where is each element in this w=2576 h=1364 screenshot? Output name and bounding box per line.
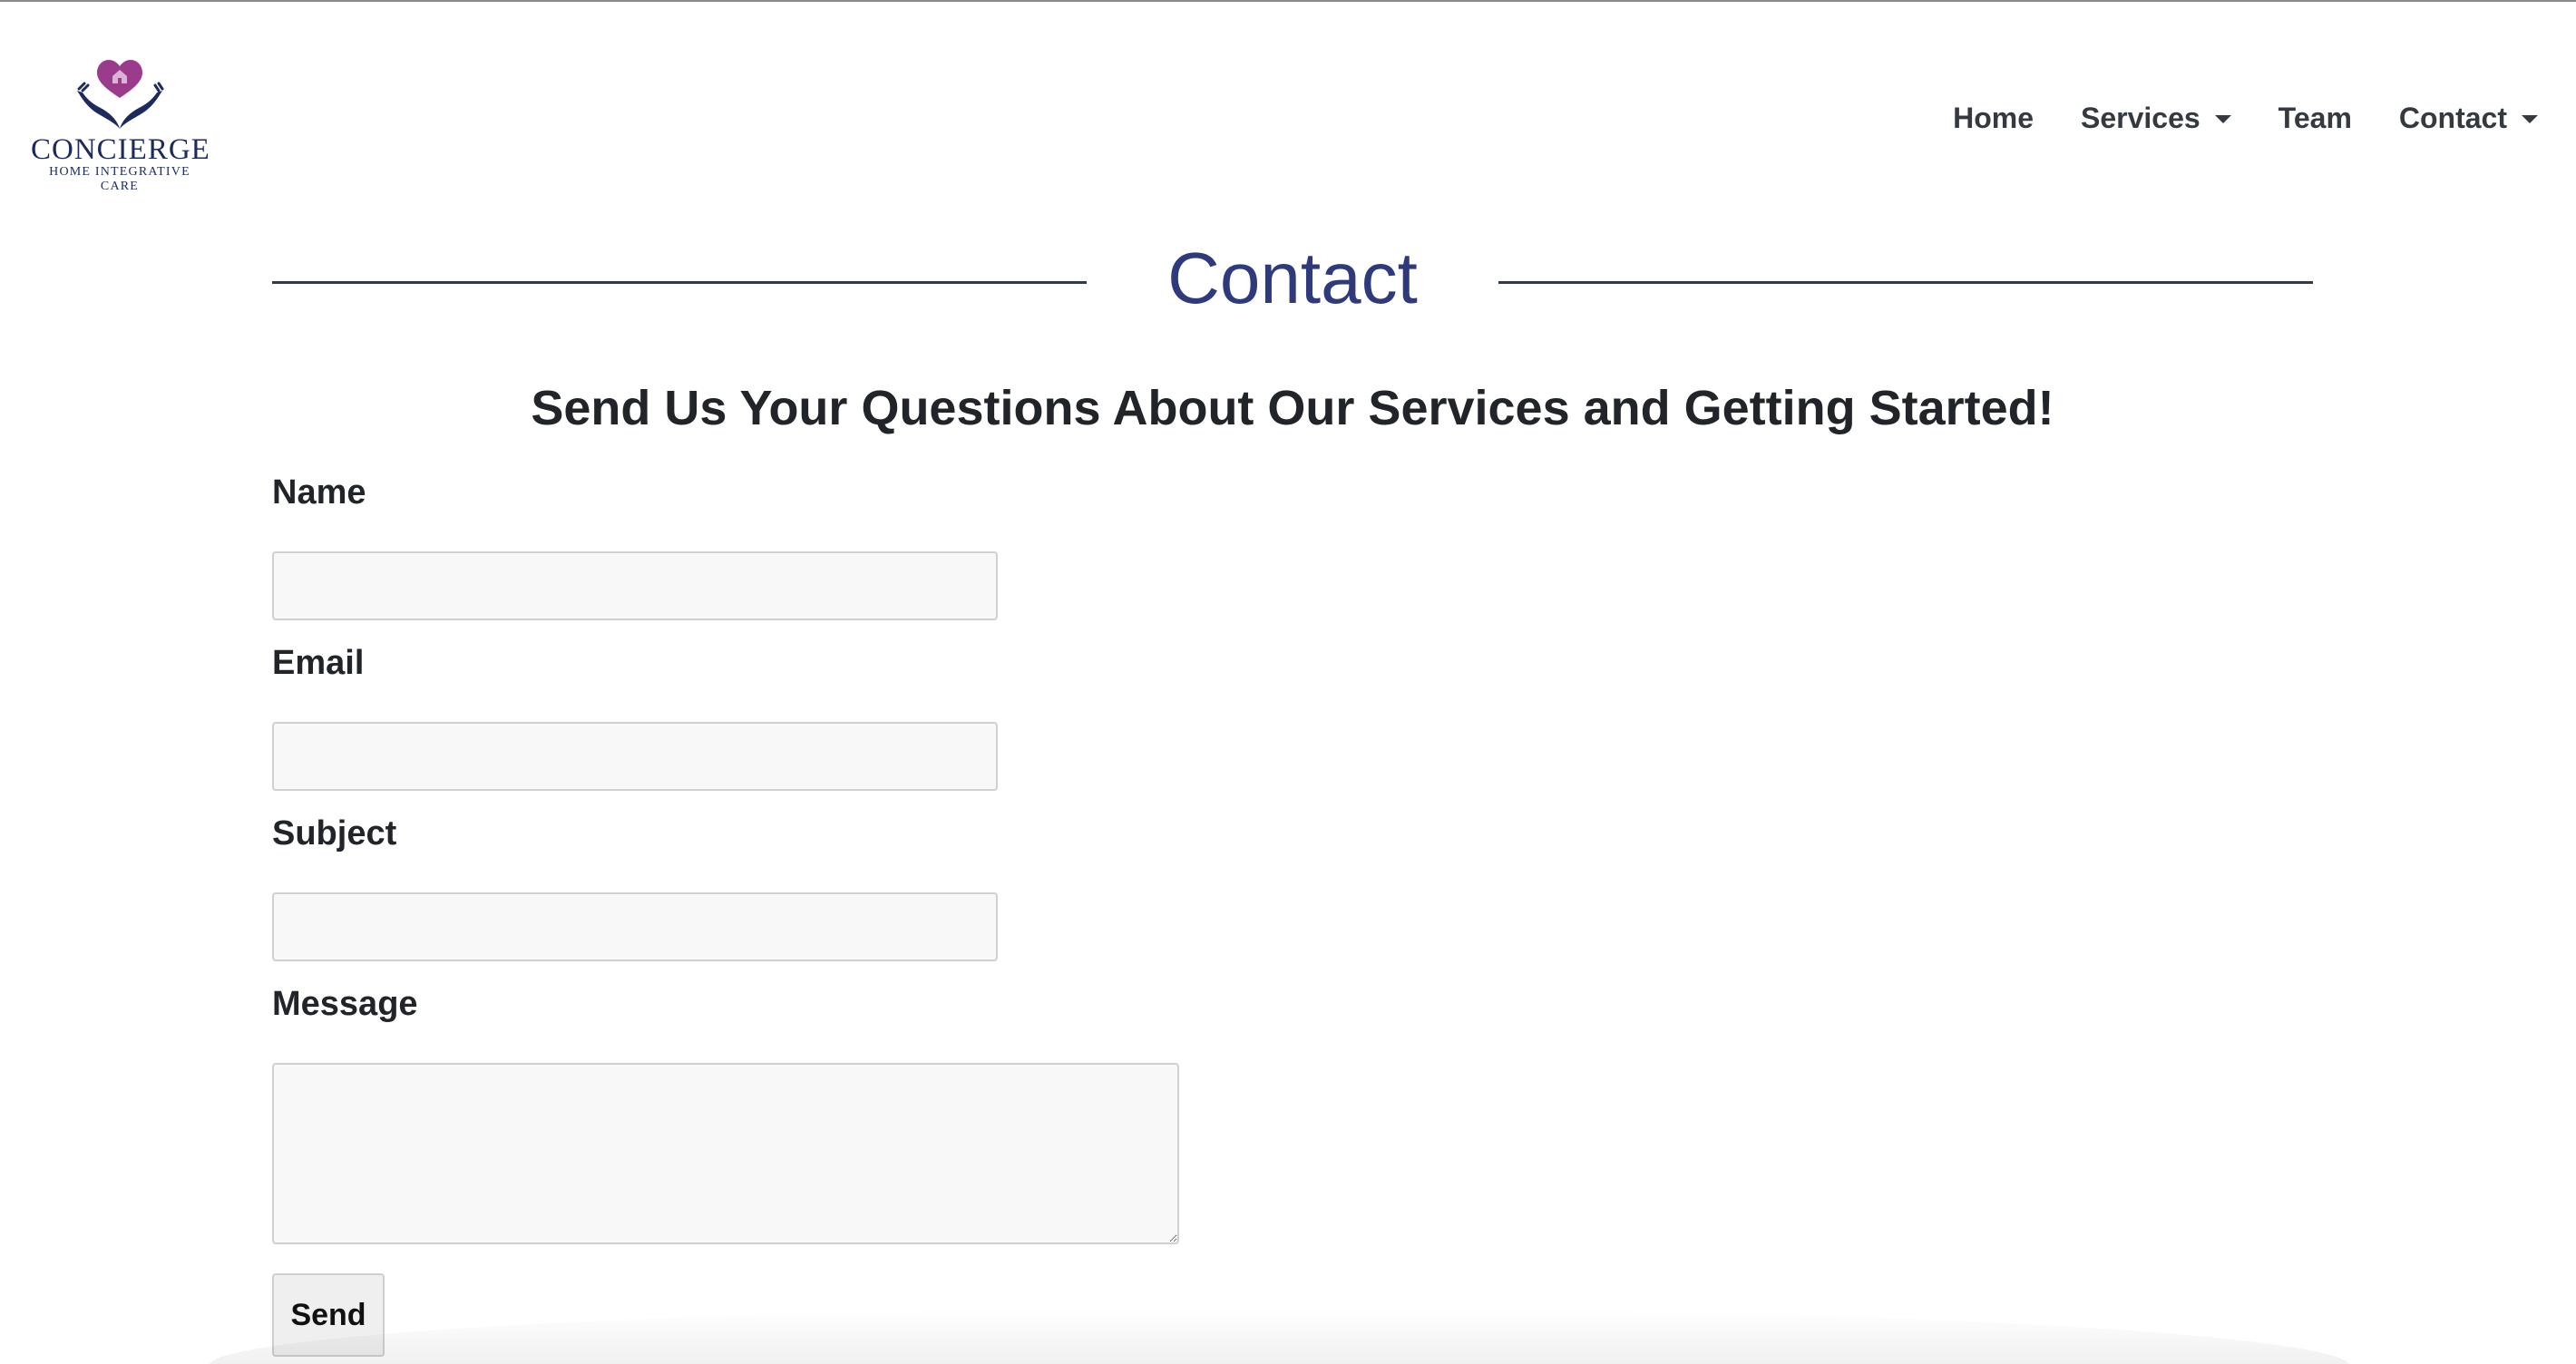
title-divider-right xyxy=(1498,281,2313,284)
page-title-row: Contact xyxy=(272,229,2313,328)
nav-item-team[interactable]: Team xyxy=(2278,96,2352,140)
chevron-down-icon xyxy=(2214,114,2231,123)
heart-hands-logo-icon xyxy=(77,60,164,129)
nav-item-label: Services xyxy=(2081,102,2200,134)
name-label: Name xyxy=(272,473,366,512)
nav-item-label: Team xyxy=(2278,102,2352,134)
nav-item-services[interactable]: Services xyxy=(2081,96,2231,140)
brand-tagline: HOME INTEGRATIVE CARE xyxy=(49,165,190,193)
subject-label: Subject xyxy=(272,814,397,852)
brand-name: CONCIERGE xyxy=(31,133,210,166)
nav-item-contact[interactable]: Contact xyxy=(2399,96,2538,140)
contact-page: CONCIERGE HOME INTEGRATIVE CARE Home Ser… xyxy=(0,0,2576,1364)
page-title: Contact xyxy=(1167,238,1418,318)
chevron-down-icon xyxy=(2522,114,2538,123)
page-subtitle: Send Us Your Questions About Our Service… xyxy=(531,381,2054,435)
subject-field[interactable] xyxy=(272,892,998,961)
brand-logo[interactable]: CONCIERGE HOME INTEGRATIVE CARE xyxy=(31,56,210,193)
email-label: Email xyxy=(272,644,365,682)
nav-item-label: Contact xyxy=(2398,102,2507,134)
nav-item-home[interactable]: Home xyxy=(1953,96,2034,140)
footer-shadow xyxy=(209,1308,2349,1364)
main-nav: Home Services Team Contact xyxy=(1906,96,2538,140)
message-field[interactable] xyxy=(272,1063,1179,1244)
nav-item-label: Home xyxy=(1953,102,2034,134)
name-field[interactable] xyxy=(272,551,998,620)
message-label: Message xyxy=(272,985,418,1023)
email-field[interactable] xyxy=(272,722,998,791)
